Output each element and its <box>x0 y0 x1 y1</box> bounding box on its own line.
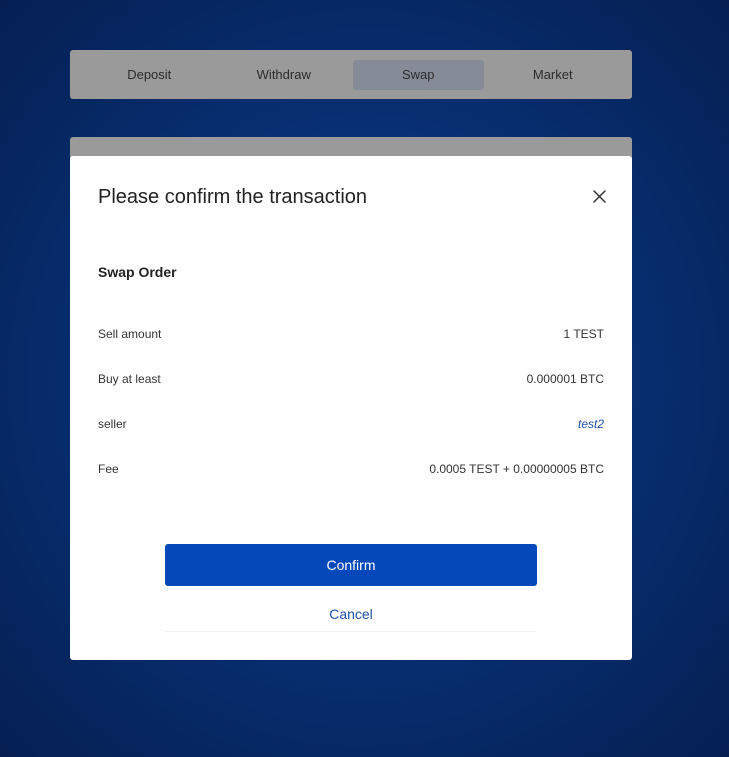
tab-swap[interactable]: Swap <box>353 60 484 90</box>
confirm-transaction-modal: Please confirm the transaction Swap Orde… <box>70 156 632 660</box>
tab-deposit[interactable]: Deposit <box>84 60 215 90</box>
detail-value: 1 TEST <box>563 326 604 341</box>
detail-label: Buy at least <box>98 371 161 386</box>
order-details: Sell amount 1 TEST Buy at least 0.000001… <box>98 311 604 491</box>
detail-value: 0.000001 BTC <box>526 371 604 386</box>
tab-market[interactable]: Market <box>488 60 619 90</box>
seller-link[interactable]: test2 <box>578 417 604 431</box>
detail-row-buy-at-least: Buy at least 0.000001 BTC <box>98 356 604 401</box>
tab-withdraw[interactable]: Withdraw <box>219 60 350 90</box>
close-icon <box>592 189 606 203</box>
detail-row-sell-amount: Sell amount 1 TEST <box>98 311 604 356</box>
close-button[interactable] <box>588 185 610 207</box>
tab-bar: Deposit Withdraw Swap Market <box>70 50 632 99</box>
section-heading: Swap Order <box>98 264 177 280</box>
cancel-button[interactable]: Cancel <box>165 596 537 632</box>
detail-label: Sell amount <box>98 326 162 341</box>
detail-row-seller: seller test2 <box>98 401 604 446</box>
detail-value: 0.0005 TEST + 0.00000005 BTC <box>429 461 604 476</box>
detail-label: seller <box>98 416 127 431</box>
detail-label: Fee <box>98 461 119 476</box>
modal-title: Please confirm the transaction <box>98 186 368 208</box>
confirm-button[interactable]: Confirm <box>165 544 537 586</box>
detail-row-fee: Fee 0.0005 TEST + 0.00000005 BTC <box>98 446 604 491</box>
